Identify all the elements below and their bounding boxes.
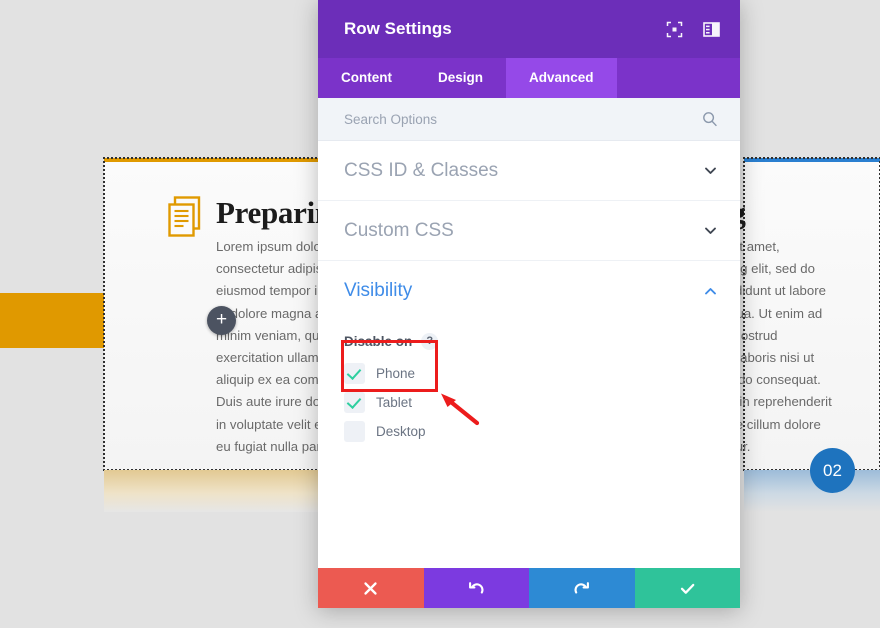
redo-button[interactable] (529, 568, 635, 608)
check-icon (680, 583, 695, 594)
row-settings-modal[interactable]: Row Settings Content Design Advanced Sea… (318, 0, 740, 608)
right-card-body: Lorem ipsum dolor sit amet,consectetur a… (740, 239, 832, 454)
search-bar[interactable] (318, 98, 740, 141)
left-card-body: Lorem ipsum dolor sit amet,consectetur a… (216, 239, 318, 454)
disable-on-checkbox-group: Phone Tablet Desktop (344, 359, 714, 446)
right-card-number-badge: 02 (810, 448, 855, 493)
modal-body: CSS ID & Classes Custom CSS Visibility D… (318, 141, 740, 568)
header-icon-group (666, 21, 720, 38)
undo-icon (468, 581, 484, 594)
section-css-id-classes[interactable]: CSS ID & Classes (318, 141, 740, 201)
left-card-heading: Preparing (216, 195, 318, 230)
checkbox-item-tablet[interactable]: Tablet (344, 388, 714, 417)
chevron-down-icon[interactable] (703, 223, 718, 238)
checkbox-label-tablet: Tablet (376, 395, 413, 410)
left-card-content: Preparing Lorem ipsum dolor sit amet,con… (104, 158, 318, 512)
save-button[interactable] (634, 568, 740, 608)
modal-footer[interactable] (318, 568, 740, 608)
section-title: Custom CSS (344, 219, 454, 241)
orange-accent-block (0, 293, 104, 348)
checkbox-label-desktop: Desktop (376, 424, 426, 439)
section-title: CSS ID & Classes (344, 159, 499, 181)
visibility-section-content: Disable on ? Phone Tablet Desktop (318, 321, 740, 446)
modal-tabs[interactable]: Content Design Advanced (318, 58, 740, 98)
tab-content[interactable]: Content (318, 58, 415, 98)
documents-icon (168, 196, 201, 237)
chevron-up-icon[interactable] (703, 284, 718, 299)
add-module-button-left[interactable]: + (207, 306, 236, 335)
checkbox-item-phone[interactable]: Phone (344, 359, 714, 388)
checkbox-item-desktop[interactable]: Desktop (344, 417, 714, 446)
page-title: Row Settings (344, 19, 452, 38)
redo-icon (574, 581, 590, 594)
checkbox-desktop[interactable] (344, 421, 365, 442)
section-visibility[interactable]: Visibility (318, 261, 740, 321)
checkbox-label-phone: Phone (376, 366, 416, 381)
modal-header: Row Settings (318, 0, 740, 58)
help-icon[interactable]: ? (421, 333, 439, 350)
disable-on-label-row: Disable on ? (344, 333, 714, 350)
checkbox-phone[interactable] (344, 363, 365, 384)
section-title: Visibility (344, 280, 413, 301)
tab-advanced[interactable]: Advanced (506, 58, 617, 98)
close-icon (364, 581, 377, 595)
layout-panel-icon[interactable] (703, 21, 720, 38)
checkbox-tablet[interactable] (344, 392, 365, 413)
disable-on-label: Disable on (344, 334, 413, 349)
right-card-heading: Processing (740, 195, 746, 231)
search-input[interactable] (344, 111, 702, 127)
section-custom-css[interactable]: Custom CSS (318, 201, 740, 261)
tab-design[interactable]: Design (415, 58, 506, 98)
right-card-content: Processing Lorem ipsum dolor sit amet,co… (740, 158, 880, 512)
undo-button[interactable] (423, 568, 529, 608)
cancel-button[interactable] (318, 568, 424, 608)
chevron-down-icon[interactable] (703, 163, 718, 178)
fullscreen-icon[interactable] (666, 21, 683, 38)
screenshot-root: Preparing Lorem ipsum dolor sit amet,con… (0, 0, 880, 628)
search-icon[interactable] (702, 111, 718, 127)
